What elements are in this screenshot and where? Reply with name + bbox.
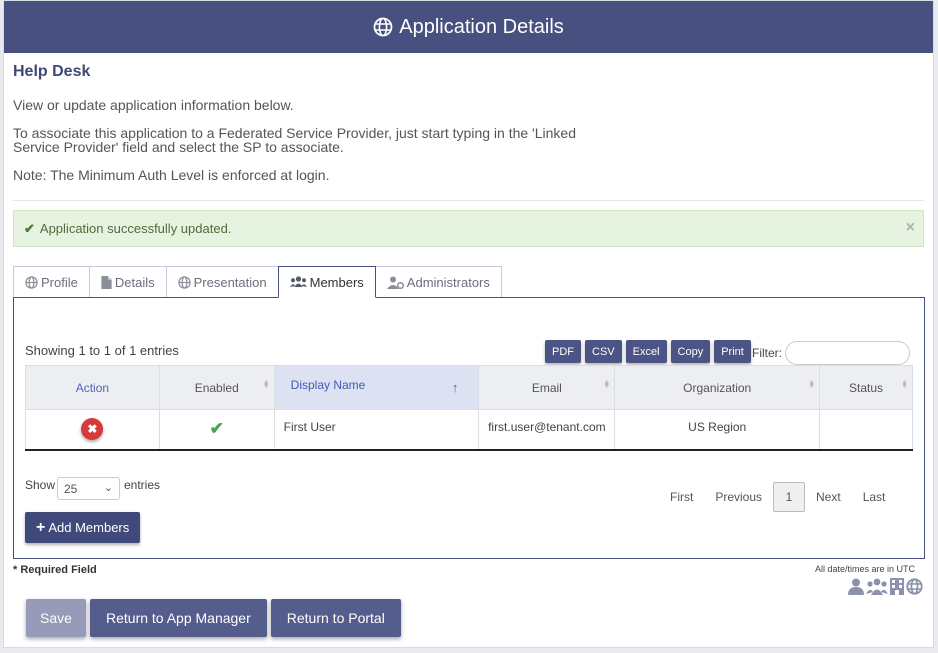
save-button[interactable]: Save [26, 599, 86, 637]
globe-icon [177, 275, 191, 289]
organization-cell: US Region [614, 409, 821, 451]
remove-member-button[interactable]: ✖ [81, 418, 104, 441]
chevron-down-icon: ⌄ [103, 482, 113, 494]
intro-text: View or update application information b… [13, 97, 294, 113]
globe-icon [373, 17, 393, 37]
column-label: Email [531, 380, 562, 395]
print-button[interactable]: Print [714, 340, 751, 363]
tab-label: Administrators [406, 274, 490, 290]
column-header-organization[interactable]: Organization [614, 365, 821, 410]
previous-page-link[interactable]: Previous [704, 490, 773, 504]
check-icon: ✔ [209, 419, 224, 439]
members-panel: Showing 1 to 1 of 1 entries PDF CSV Exce… [13, 297, 925, 559]
footer-buttons: Save Return to App Manager Return to Por… [26, 599, 401, 637]
tab-presentation[interactable]: Presentation [165, 266, 279, 298]
utc-note: All date/times are in UTC [814, 564, 915, 574]
table-info: Showing 1 to 1 of 1 entries [25, 343, 179, 358]
excel-button[interactable]: Excel [625, 340, 667, 363]
pagination: First Previous 1 Next Last [659, 482, 896, 512]
application-name: Help Desk [13, 63, 91, 80]
last-page-link[interactable]: Last [852, 490, 897, 504]
page-length-select[interactable]: 25 ⌄ [57, 477, 120, 500]
alert-message: Application successfully updated. [39, 221, 232, 236]
close-icon[interactable]: × [906, 219, 915, 237]
filter-input[interactable] [785, 341, 910, 365]
column-label: Enabled [194, 380, 239, 395]
add-members-label: Add Members [48, 520, 130, 535]
required-field-note: * Required Field [13, 564, 97, 576]
globe-icon [25, 275, 38, 289]
divider [13, 200, 924, 201]
tab-bar: Profile Details Presentation Members Adm… [13, 266, 502, 298]
column-label: Display Name [290, 378, 366, 392]
csv-button[interactable]: CSV [585, 340, 622, 363]
column-header-enabled[interactable]: Enabled [158, 365, 275, 410]
column-label: Organization [683, 380, 752, 395]
tab-details[interactable]: Details [88, 266, 167, 298]
add-members-button[interactable]: + Add Members [25, 512, 141, 543]
tab-label: Details [114, 274, 155, 290]
app-details-card: Application Details Help Desk View or up… [3, 0, 934, 648]
column-header-status[interactable]: Status [819, 365, 913, 410]
users-icon [289, 276, 307, 287]
user-icon[interactable] [848, 578, 864, 595]
table-row: ✖ ✔ First User first.user@tenant.com US … [25, 409, 913, 451]
filter-label: Filter: [752, 346, 782, 360]
page-length-value: 25 [64, 481, 78, 496]
admin-icon [386, 276, 404, 289]
auth-level-note: Note: The Minimum Auth Level is enforced… [13, 167, 330, 183]
members-table: Action Enabled Display Name ↑ Email Organ… [25, 365, 913, 451]
tab-label: Profile [41, 274, 78, 290]
enabled-cell: ✔ [158, 409, 275, 451]
return-to-portal-button[interactable]: Return to Portal [270, 599, 401, 637]
status-cell [819, 409, 913, 451]
tab-profile[interactable]: Profile [13, 266, 90, 298]
column-header-action: Action [25, 365, 160, 410]
first-page-link[interactable]: First [659, 490, 704, 504]
page-title: Application Details [399, 15, 564, 38]
building-icon[interactable] [890, 578, 904, 595]
plus-icon: + [36, 518, 46, 536]
copy-button[interactable]: Copy [670, 340, 711, 363]
document-icon [101, 275, 112, 289]
tab-members[interactable]: Members [277, 266, 376, 298]
column-header-display-name[interactable]: Display Name ↑ [273, 365, 480, 410]
success-alert: ✔ Application successfully updated. × [13, 210, 924, 247]
column-label: Status [849, 380, 884, 395]
page-header: Application Details [4, 1, 933, 53]
users-icon[interactable] [866, 578, 888, 595]
check-icon: ✔ [24, 220, 35, 236]
sort-asc-icon: ↑ [451, 380, 459, 395]
export-buttons: PDF CSV Excel Copy Print [545, 340, 751, 363]
association-help-text: To associate this application to a Feder… [13, 125, 576, 155]
action-cell: ✖ [25, 409, 160, 451]
tab-administrators[interactable]: Administrators [374, 266, 502, 298]
display-name-cell: First User [273, 409, 480, 451]
tab-label: Presentation [193, 274, 267, 290]
footer-icons [848, 578, 923, 595]
current-page[interactable]: 1 [773, 482, 806, 512]
email-cell: first.user@tenant.com [478, 409, 616, 451]
column-header-email[interactable]: Email [478, 365, 616, 410]
return-to-app-manager-button[interactable]: Return to App Manager [90, 599, 267, 637]
entries-label: entries [124, 478, 161, 492]
tab-label: Members [309, 274, 364, 290]
next-page-link[interactable]: Next [805, 490, 852, 504]
show-label: Show [25, 478, 56, 492]
pdf-button[interactable]: PDF [545, 340, 581, 363]
globe-icon[interactable] [906, 578, 923, 595]
